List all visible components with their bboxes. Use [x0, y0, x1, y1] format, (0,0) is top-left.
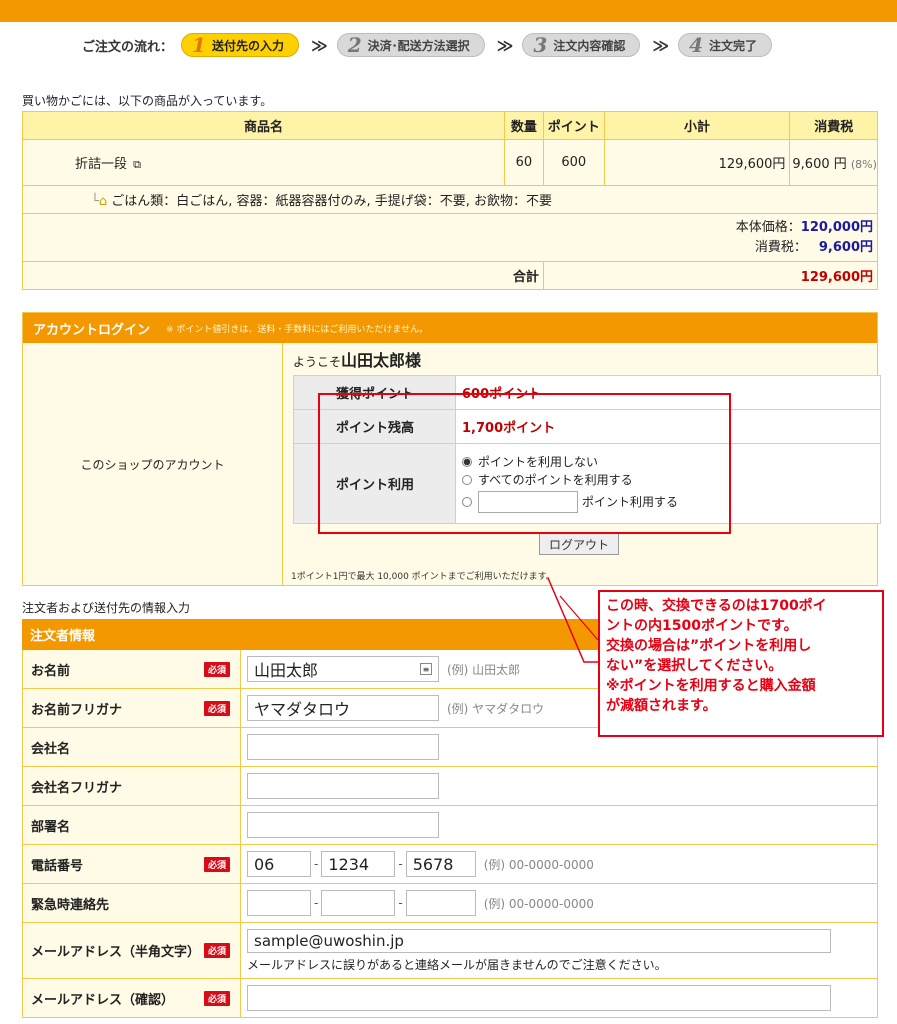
step-1-address: 1 送付先の入力: [181, 33, 299, 57]
total-label: 合計: [22, 261, 544, 290]
product-name-cell: 折詰一段 ⧉: [22, 139, 505, 186]
tel-input-3[interactable]: 5678: [405, 851, 476, 877]
options-row: └⌂ ごはん類：白ごはん, 容器：紙器容器付のみ, 手提げ袋：不要, お飲物：不…: [22, 185, 878, 214]
flow-label: ご注文の流れ：: [82, 39, 174, 55]
customer-caption: 注文者および送付先の情報入力: [22, 601, 191, 615]
top-orange-bar: [0, 0, 897, 22]
product-tax-cell: 9,600 円 (8%): [789, 139, 878, 186]
emergency-input-2[interactable]: [321, 890, 396, 916]
product-options: ごはん類：白ごはん, 容器：紙器容器付のみ, 手提げ袋：不要, お飲物：不要: [111, 194, 553, 209]
department-input[interactable]: [247, 812, 439, 838]
tree-branch-icon: └: [91, 194, 99, 209]
table-row: 折詰一段 ⧉ 60 600 129,600円 9,600 円 (8%): [22, 139, 878, 186]
total-row: 合計 129,600円: [22, 261, 879, 290]
emergency-row: 緊急時連絡先 - - (例) 00-0000-0000: [22, 884, 878, 923]
step-arrow: ≫: [310, 35, 328, 55]
tax-label: 消費税：: [754, 239, 807, 255]
company-kana-input[interactable]: [247, 773, 439, 799]
welcome-text: ようこそ山田太郎様: [293, 351, 422, 370]
logout-button[interactable]: ログアウト: [539, 533, 619, 555]
popup-window-icon[interactable]: ⧉: [133, 158, 141, 171]
tel-input-1[interactable]: 06: [247, 851, 311, 877]
tel-input-2[interactable]: 1234: [321, 851, 396, 877]
product-points: 600: [542, 139, 605, 186]
emergency-input-3[interactable]: [405, 890, 476, 916]
tel-row: 電話番号 必須 06- 1234- 5678 (例) 00-0000-0000: [22, 845, 878, 884]
required-badge: 必須: [203, 943, 230, 958]
account-title: アカウントログイン: [33, 322, 151, 338]
point-footnote: 1ポイント1円で最大 10,000 ポイントまでご利用いただけます。: [291, 572, 555, 582]
emergency-input-1[interactable]: [247, 890, 311, 916]
required-badge: 必須: [203, 856, 230, 872]
product-tax: 9,600 円: [792, 157, 847, 172]
product-link[interactable]: 折詰一段: [75, 157, 127, 172]
step-3-confirm: 3 注文内容確認: [522, 33, 641, 57]
total-value: 129,600円: [542, 261, 879, 290]
cart-caption: 買い物かごには、以下の商品が入っています。: [22, 94, 273, 108]
company-input[interactable]: [247, 734, 439, 760]
step-2-payment: 2 決済･配送方法選択: [336, 33, 485, 57]
name-hint: (例) 山田太郎: [447, 662, 521, 677]
kana-hint: (例) ヤマダタロウ: [447, 701, 545, 716]
annotation-callout: この時、交換できるのは1700ポイ ントの内1500ポイントです。 交換の場合は…: [598, 590, 884, 737]
order-flow-steps: ご注文の流れ： 1 送付先の入力 ≫ 2 決済･配送方法選択 ≫ 3 注文内容確…: [82, 32, 773, 58]
required-badge: 必須: [203, 661, 230, 677]
email-note: メールアドレスに誤りがあると連絡メールが届きませんのでご注意ください。: [247, 957, 667, 972]
email-confirm-input[interactable]: [247, 985, 831, 1011]
product-qty: 60: [503, 139, 544, 186]
required-badge: 必須: [203, 990, 230, 1006]
company-kana-row: 会社名フリガナ: [22, 767, 878, 806]
price-summary-row: 本体価格：120,000円 消費税： 9,600円: [22, 213, 878, 262]
contact-card-icon: ≡: [420, 663, 432, 675]
email-row: メールアドレス（半角文字） 必須 sample@uwoshin.jp メールアドレ…: [22, 923, 878, 979]
email-input[interactable]: sample@uwoshin.jp: [247, 928, 831, 953]
step-arrow: ≫: [496, 35, 514, 55]
cart-table: 商品名 数量 ポイント 小計 消費税 折詰一段 ⧉ 60 600 129,600…: [22, 111, 879, 290]
product-subtotal: 129,600円: [603, 139, 791, 186]
account-note: ※ ポイント値引きは、送料・手数料にはご利用いただけません。: [166, 324, 429, 335]
header-tax: 消費税: [789, 111, 878, 140]
step-arrow: ≫: [652, 35, 669, 55]
email-confirm-row: メールアドレス（確認） 必須: [22, 979, 878, 1018]
price-summary-cell: 本体価格：120,000円 消費税： 9,600円: [22, 213, 878, 262]
header-qty: 数量: [503, 111, 544, 140]
folder-icon: ⌂: [98, 194, 108, 209]
cart-header-row: 商品名 数量 ポイント 小計 消費税: [22, 111, 878, 140]
kana-input[interactable]: ヤマダタロウ: [247, 695, 439, 721]
base-price-label: 本体価格：: [735, 219, 801, 235]
account-header: アカウントログイン ※ ポイント値引きは、送料・手数料にはご利用いただけません。: [23, 313, 877, 343]
options-cell: └⌂ ごはん類：白ごはん, 容器：紙器容器付のみ, 手提げ袋：不要, お飲物：不…: [22, 185, 878, 214]
base-price-value: 120,000円: [800, 219, 873, 235]
header-subtotal: 小計: [603, 111, 791, 140]
emergency-hint: (例) 00-0000-0000: [483, 896, 594, 911]
tel-hint: (例) 00-0000-0000: [483, 857, 594, 872]
required-badge: 必須: [203, 700, 230, 716]
department-row: 部署名: [22, 806, 878, 845]
tax-value: 9,600円: [818, 239, 873, 255]
header-points: ポイント: [542, 111, 605, 140]
highlight-box: [318, 393, 731, 534]
shop-account-label: このショップのアカウント: [23, 343, 283, 586]
user-name: 山田太郎様: [341, 351, 422, 370]
step-4-complete: 4 注文完了: [678, 33, 773, 57]
name-input[interactable]: 山田太郎 ≡: [247, 656, 439, 682]
header-product: 商品名: [22, 111, 505, 140]
tax-rate: (8%): [850, 158, 877, 171]
